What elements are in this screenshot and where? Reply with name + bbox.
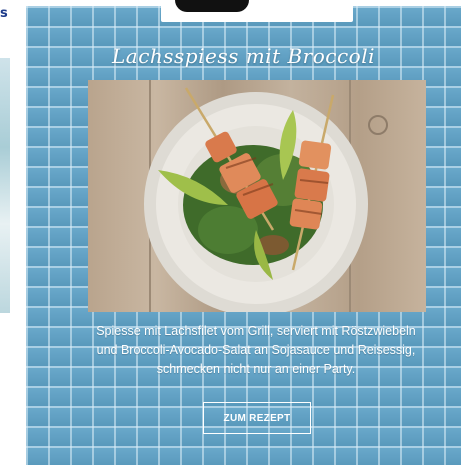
zum-rezept-button[interactable]: ZUM REZEPT (203, 402, 311, 434)
recipe-photo (88, 80, 426, 312)
logo-box (161, 0, 353, 22)
neighbor-card[interactable]: s (0, 0, 18, 465)
recipe-title: Lachsspiess mit Broccoli (111, 44, 376, 68)
salmon-skewer-dish-image (144, 80, 388, 312)
brand-logo (175, 0, 249, 12)
neighbor-card-title-fragment: s (0, 6, 8, 21)
recipe-card: Lachsspiess mit Broccoli Spiesse mit Lac… (26, 0, 461, 465)
description-line: schmecken nicht nur an einer Party. (156, 362, 356, 376)
description-line: Spiesse mit Lachsfilet vom Grill, servie… (96, 324, 416, 338)
neighbor-card-image (0, 58, 10, 313)
recipe-description: Spiesse mit Lachsfilet vom Grill, servie… (50, 322, 461, 379)
description-line: und Broccoli-Avocado-Salat an Sojasauce … (96, 343, 416, 357)
